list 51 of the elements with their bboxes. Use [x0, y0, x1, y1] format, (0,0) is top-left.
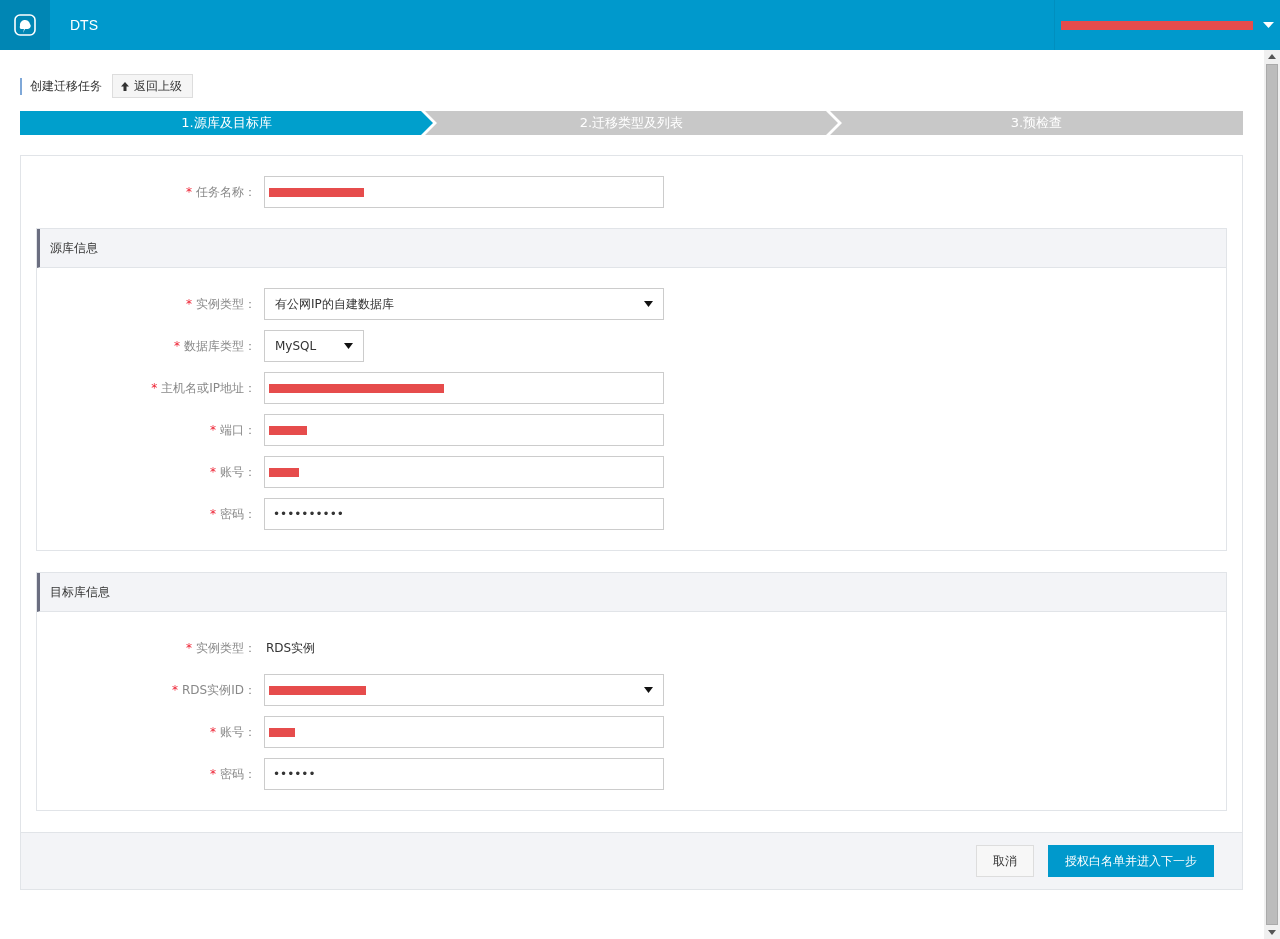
scrollbar[interactable]: [1264, 50, 1280, 939]
input-field[interactable]: [264, 414, 664, 446]
field-label: 实例类型：: [196, 295, 256, 313]
caret-icon: [644, 301, 653, 307]
field-label: 端口：: [220, 421, 256, 439]
redaction-mark: [269, 425, 307, 435]
input-field[interactable]: [264, 372, 664, 404]
required-mark: *: [210, 725, 216, 739]
input-field[interactable]: [264, 456, 664, 488]
required-mark: *: [174, 339, 180, 353]
field-label: 账号：: [220, 723, 256, 741]
app-name: DTS: [70, 17, 98, 33]
field-label: 账号：: [220, 463, 256, 481]
input-field[interactable]: [264, 716, 664, 748]
page-title: 创建迁移任务: [20, 77, 102, 95]
required-mark: *: [151, 381, 158, 395]
caret-icon: [644, 687, 653, 693]
required-mark: *: [186, 185, 192, 199]
select-field[interactable]: 有公网IP的自建数据库: [264, 288, 664, 320]
caret-icon[interactable]: [1263, 22, 1274, 28]
cancel-button[interactable]: 取消: [976, 845, 1034, 877]
field-value: RDS实例: [265, 639, 316, 657]
scroll-up-icon[interactable]: [1268, 54, 1276, 59]
select-field[interactable]: MySQL: [264, 330, 364, 362]
section-title: 目标库信息: [50, 583, 110, 601]
select-field[interactable]: [264, 674, 664, 706]
redaction-mark: [269, 467, 299, 477]
input-field[interactable]: ••••••••••: [264, 498, 664, 530]
required-mark: *: [172, 683, 178, 697]
field-label: 密码：: [220, 505, 256, 523]
input-field[interactable]: ••••••: [264, 758, 664, 790]
required-mark: *: [210, 767, 216, 781]
required-mark: *: [210, 465, 216, 479]
field-label: RDS实例ID：: [182, 681, 256, 699]
back-button[interactable]: 返回上级: [112, 74, 193, 98]
up-arrow-icon: [121, 81, 129, 91]
field-label: 实例类型：: [196, 639, 256, 657]
input-field[interactable]: [264, 176, 664, 208]
logo-icon[interactable]: [0, 0, 50, 50]
field-label: 任务名称：: [196, 183, 256, 201]
required-mark: *: [210, 423, 216, 437]
required-mark: *: [186, 641, 192, 655]
section-title: 源库信息: [50, 239, 98, 257]
scroll-down-icon[interactable]: [1268, 930, 1276, 935]
field-label: 密码：: [220, 765, 256, 783]
caret-icon: [344, 343, 353, 349]
redaction-mark: [269, 727, 295, 737]
field-label: 数据库类型：: [184, 337, 256, 355]
field-label: 主机名或IP地址：: [161, 379, 256, 397]
required-mark: *: [186, 297, 192, 311]
required-mark: *: [210, 507, 216, 521]
